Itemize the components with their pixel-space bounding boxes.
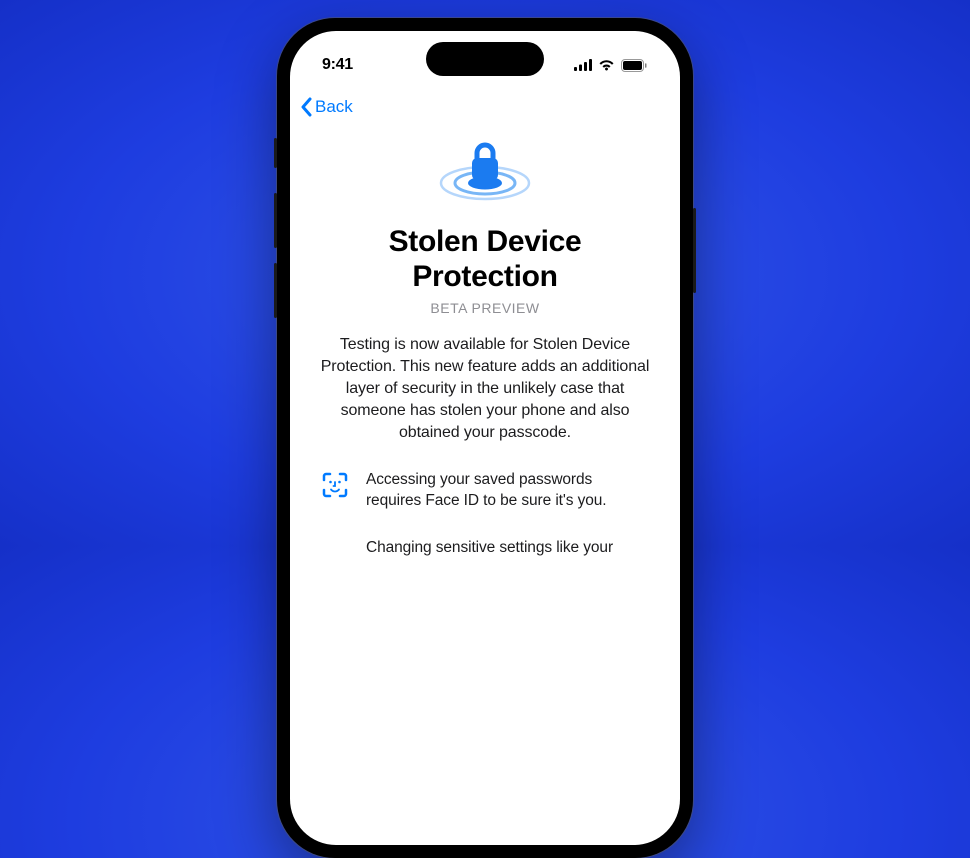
- wifi-icon: [598, 59, 615, 71]
- page-subtitle: BETA PREVIEW: [316, 300, 654, 316]
- battery-icon: [621, 59, 648, 72]
- cellular-icon: [574, 59, 592, 71]
- phone-volume-up-button: [274, 193, 277, 248]
- back-button[interactable]: Back: [300, 97, 353, 117]
- status-indicators: [574, 59, 648, 72]
- phone-volume-down-button: [274, 263, 277, 318]
- feature-row: Accessing your saved passwords requires …: [316, 470, 654, 512]
- feature-icon-placeholder: [320, 538, 350, 540]
- feature-text: Accessing your saved passwords requires …: [366, 470, 650, 512]
- page-body: Testing is now available for Stolen Devi…: [316, 334, 654, 444]
- phone-power-button: [693, 208, 696, 293]
- feature-row: Changing sensitive settings like your: [316, 538, 654, 559]
- phone-side-button: [274, 138, 277, 168]
- content-area: Stolen Device Protection BETA PREVIEW Te…: [290, 137, 680, 559]
- page-title: Stolen Device Protection: [316, 225, 654, 294]
- face-id-icon: [320, 470, 350, 498]
- dynamic-island: [426, 42, 544, 76]
- feature-text: Changing sensitive settings like your: [366, 538, 613, 559]
- status-time: 9:41: [322, 56, 353, 74]
- phone-screen: 9:41: [290, 31, 680, 845]
- chevron-left-icon: [300, 97, 312, 117]
- nav-bar: Back: [290, 85, 680, 129]
- back-label: Back: [315, 97, 353, 117]
- lock-ripple-icon: [437, 137, 533, 203]
- phone-frame: 9:41: [277, 18, 693, 858]
- hero-icon-container: [316, 137, 654, 203]
